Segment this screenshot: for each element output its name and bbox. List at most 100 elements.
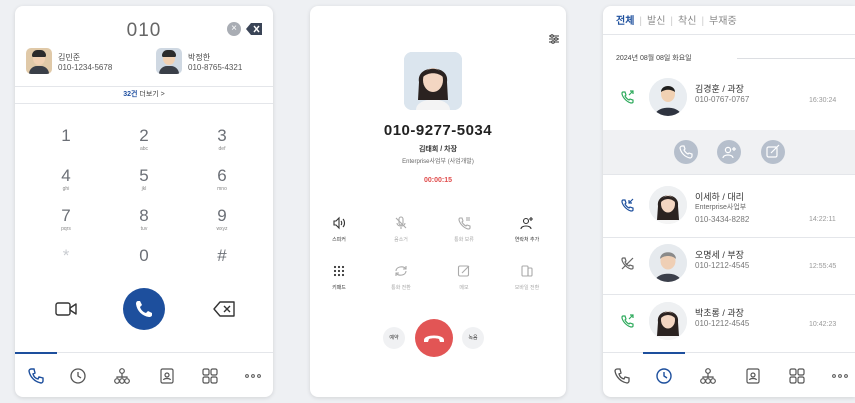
history-tabs: 전체 | 발신 | 착신 | 부재중 (616, 16, 737, 27)
call-time: 16:30:24 (809, 97, 837, 104)
list-item[interactable]: 오명세 / 부장 010-1212-4545 12:55:45 (603, 238, 855, 294)
phone-icon (679, 145, 693, 159)
avatar (649, 186, 687, 224)
active-tab-indicator (15, 352, 57, 354)
org-chart-icon[interactable] (113, 367, 131, 385)
date-header: 2024년 08월 08일 화요일 (616, 55, 692, 62)
call-button[interactable] (123, 288, 165, 330)
key-9[interactable]: 9 wxyz (197, 206, 247, 242)
bottom-nav (603, 352, 855, 397)
backspace-icon[interactable] (213, 301, 235, 317)
more-label: 더보기 > (137, 91, 165, 98)
key-0[interactable]: 0 (119, 246, 169, 282)
tab-all[interactable]: 전체 (616, 16, 634, 27)
tab-outgoing[interactable]: 발신 (647, 16, 665, 27)
callee-department: Enterprise사업부 (사업개발) (402, 159, 474, 165)
divider (603, 174, 855, 175)
key-3[interactable]: 3 def (197, 126, 247, 162)
list-item[interactable]: 박초롱 / 과장 010-1212-4545 10:42:23 (603, 296, 855, 352)
call-number: 010-9277-5034 (383, 122, 493, 139)
contacts-icon[interactable] (158, 367, 176, 385)
org-chart-icon[interactable] (699, 367, 717, 385)
dialer-panel: 010 × 김민준 010-1234-5678 박정한 010-8765-432… (15, 6, 273, 397)
key-hash[interactable]: # (197, 246, 247, 282)
contact-number: 010-8765-4321 (188, 63, 243, 72)
key-5[interactable]: 5 jkl (119, 166, 169, 202)
add-contact-icon (722, 146, 736, 159)
memo-icon (457, 265, 470, 277)
memo-button[interactable] (761, 140, 785, 164)
clock-icon[interactable] (655, 367, 673, 385)
keypad-icon (333, 265, 345, 277)
key-star[interactable]: * (41, 246, 91, 282)
caller-name: 오명세 / 부장 (695, 250, 744, 260)
outgoing-call-icon (621, 90, 634, 104)
divider (603, 34, 855, 35)
video-call-icon[interactable] (55, 301, 77, 317)
hold-button[interactable]: 통화 보류 (439, 216, 489, 243)
mobile-switch-icon (521, 265, 533, 277)
clear-icon[interactable]: × (227, 22, 241, 36)
call-time: 14:22:11 (809, 216, 836, 223)
settings-sliders-icon[interactable] (548, 33, 560, 45)
mic-off-icon (395, 216, 407, 229)
key-8[interactable]: 8 tuv (119, 206, 169, 242)
contact-name: 김민준 (58, 53, 81, 62)
more-icon[interactable] (831, 367, 849, 385)
speaker-icon (333, 216, 346, 230)
more-results-link[interactable]: 32건 더보기 > (15, 86, 273, 104)
end-call-button[interactable] (415, 319, 453, 357)
phone-icon[interactable] (613, 367, 631, 385)
tab-incoming[interactable]: 착신 (678, 16, 696, 27)
contacts-icon[interactable] (744, 367, 762, 385)
call-time: 12:55:45 (809, 263, 837, 270)
hang-up-icon (424, 335, 444, 342)
caller-number: 010-0767-0767 (695, 95, 750, 104)
contact-number: 010-1234-5678 (58, 63, 113, 72)
keypad-button[interactable]: 키패드 (314, 264, 364, 291)
transfer-icon (395, 266, 407, 276)
outgoing-call-icon (621, 314, 634, 328)
record-button[interactable]: 녹음 (462, 327, 484, 349)
call-timer: 00:00:15 (423, 177, 453, 184)
key-2[interactable]: 2 abc (119, 126, 169, 162)
divider (603, 294, 855, 295)
more-count: 32건 (123, 91, 138, 98)
key-6[interactable]: 6 mno (197, 166, 247, 202)
caller-name: 김경훈 / 과장 (695, 84, 744, 94)
memo-icon (766, 144, 780, 158)
memo-button[interactable]: 메모 (439, 264, 489, 291)
apps-grid-icon[interactable] (201, 367, 219, 385)
key-1[interactable]: 1 (41, 126, 91, 162)
more-icon[interactable] (244, 367, 262, 385)
caller-number: 010-3434-8282 (695, 215, 750, 224)
tab-missed[interactable]: 부재중 (709, 16, 737, 27)
mobile-switch-button[interactable]: 모바일 전환 (502, 264, 552, 291)
call-back-button[interactable] (674, 140, 698, 164)
list-item[interactable]: 이세하 / 대리 Enterprise사업부 010-3434-8282 14:… (603, 180, 855, 236)
add-contact-button[interactable] (717, 140, 741, 164)
divider (737, 58, 855, 59)
row-action-bar (603, 130, 855, 174)
contact-name: 박정한 (188, 53, 211, 62)
add-contact-icon (520, 217, 533, 230)
backspace-icon[interactable] (246, 22, 263, 36)
avatar (649, 78, 687, 116)
mute-button[interactable]: 음소거 (376, 216, 426, 243)
caller-photo (404, 52, 462, 110)
incoming-call-icon (621, 198, 634, 212)
reserve-button[interactable]: 예약 (383, 327, 405, 349)
phone-icon (136, 301, 152, 317)
hold-icon (458, 217, 471, 230)
phone-icon[interactable] (27, 367, 45, 385)
speaker-button[interactable]: 스피커 (314, 216, 364, 243)
clock-icon[interactable] (69, 367, 87, 385)
list-item[interactable]: 김경훈 / 과장 010-0767-0767 16:30:24 (603, 72, 855, 128)
key-4[interactable]: 4 ghi (41, 166, 91, 202)
apps-grid-icon[interactable] (788, 367, 806, 385)
add-contact-button[interactable]: 연락처 추가 (502, 216, 552, 243)
transfer-button[interactable]: 통화 전환 (376, 264, 426, 291)
key-7[interactable]: 7 pqrs (41, 206, 91, 242)
missed-call-icon (621, 257, 634, 270)
avatar (156, 48, 182, 74)
